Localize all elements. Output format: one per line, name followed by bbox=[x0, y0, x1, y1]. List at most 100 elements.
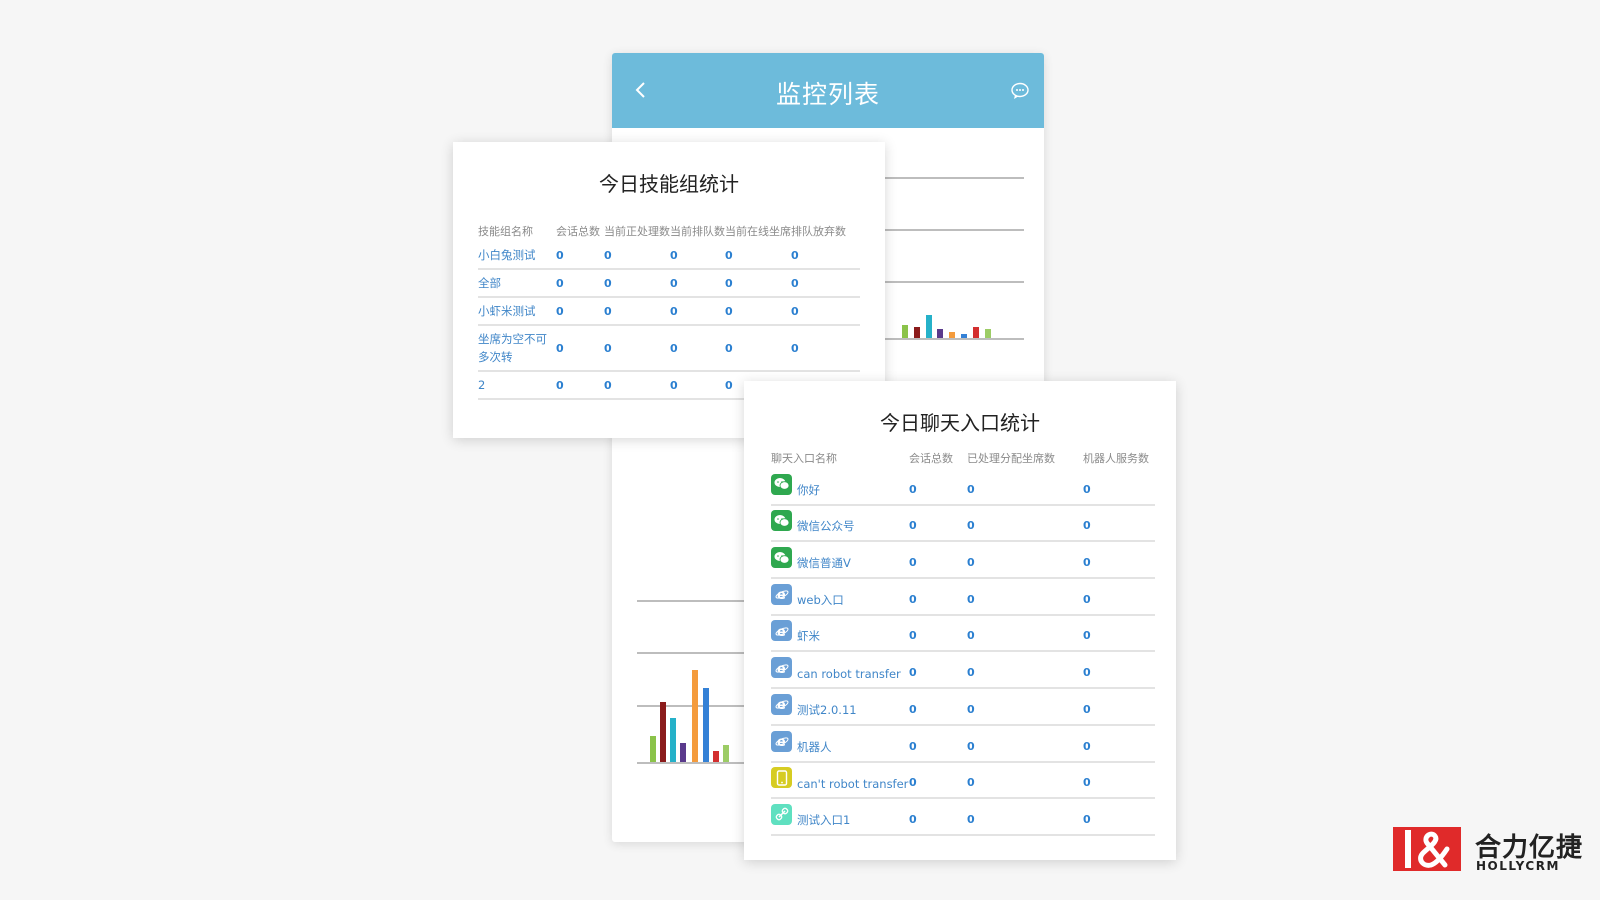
entry-name[interactable]: 你好 bbox=[797, 482, 820, 498]
browser-icon: e bbox=[771, 583, 792, 605]
browser-icon: e bbox=[771, 730, 792, 752]
stat-value: 0 bbox=[725, 304, 733, 318]
entry-name[interactable]: 测试2.0.11 bbox=[797, 702, 857, 718]
chat-bubble-icon[interactable] bbox=[1010, 81, 1030, 101]
stat-value: 0 bbox=[909, 702, 917, 716]
table-row[interactable]: can't robot transfer 0 0 0 bbox=[771, 763, 1155, 800]
stat-value: 0 bbox=[556, 248, 564, 262]
chart-bar bbox=[713, 751, 719, 762]
stat-value: 0 bbox=[909, 592, 917, 606]
table-row[interactable]: 全部 0 0 0 0 0 bbox=[478, 270, 860, 298]
entry-name[interactable]: 虾米 bbox=[797, 628, 820, 644]
stat-value: 0 bbox=[909, 519, 917, 533]
entry-name-cell[interactable]: 你好 bbox=[771, 473, 909, 498]
column-header: 机器人服务数 bbox=[1083, 452, 1149, 465]
table-row[interactable]: 小白兔测试 0 0 0 0 0 bbox=[478, 242, 860, 270]
stat-value: 0 bbox=[909, 666, 917, 680]
gridline bbox=[867, 177, 1024, 179]
stat-value: 0 bbox=[604, 276, 612, 290]
entry-name-cell[interactable]: can't robot transfer bbox=[771, 767, 909, 791]
browser-icon: e bbox=[771, 657, 792, 679]
stat-value: 0 bbox=[1083, 702, 1091, 716]
stat-value: 0 bbox=[670, 276, 678, 290]
table-row[interactable]: e web入口 0 0 0 bbox=[771, 579, 1155, 616]
stat-value: 0 bbox=[967, 812, 975, 826]
stat-value: 0 bbox=[909, 556, 917, 570]
stat-value: 0 bbox=[1083, 629, 1091, 643]
stat-value: 0 bbox=[1083, 739, 1091, 753]
stat-value: 0 bbox=[1083, 519, 1091, 533]
skill-group-name[interactable]: 全部 bbox=[478, 274, 556, 292]
chart-bar bbox=[670, 718, 676, 762]
gridline bbox=[637, 762, 747, 764]
wechat-icon bbox=[771, 473, 792, 495]
entry-name-cell[interactable]: e can robot transfer bbox=[771, 657, 909, 681]
stat-value: 0 bbox=[791, 341, 799, 355]
entry-name[interactable]: 微信普通V bbox=[797, 555, 851, 571]
table-row[interactable]: 微信公众号 0 0 0 bbox=[771, 506, 1155, 543]
entry-name-cell[interactable]: e 测试2.0.11 bbox=[771, 693, 909, 718]
column-header: 会话总数 bbox=[909, 452, 953, 465]
stat-value: 0 bbox=[967, 629, 975, 643]
stat-value: 0 bbox=[556, 304, 564, 318]
entry-name[interactable]: can't robot transfer bbox=[797, 777, 908, 791]
skill-group-name[interactable]: 坐席为空不可多次转 bbox=[478, 330, 556, 366]
skill-group-table: 技能组名称 会话总数 当前正处理数 当前排队数 当前在线坐席 排队放弃数 小白兔… bbox=[478, 220, 860, 400]
stat-value: 0 bbox=[909, 739, 917, 753]
entry-name-cell[interactable]: e 虾米 bbox=[771, 620, 909, 644]
stat-value: 0 bbox=[604, 248, 612, 262]
table-row[interactable]: 测试入口1 0 0 0 bbox=[771, 799, 1155, 836]
entry-name-cell[interactable]: e 机器人 bbox=[771, 730, 909, 755]
entry-card-title: 今日聊天入口统计 bbox=[880, 411, 1040, 435]
stat-value: 0 bbox=[725, 341, 733, 355]
column-header: 已处理分配坐席数 bbox=[967, 452, 1055, 465]
table-row[interactable]: 微信普通V 0 0 0 bbox=[771, 542, 1155, 580]
entry-name[interactable]: 机器人 bbox=[797, 739, 832, 755]
chart-bar bbox=[703, 688, 709, 762]
entry-name[interactable]: 测试入口1 bbox=[797, 812, 850, 828]
gridline bbox=[867, 281, 1024, 283]
chart-bar bbox=[973, 327, 979, 338]
stat-value: 0 bbox=[556, 276, 564, 290]
entry-name[interactable]: can robot transfer bbox=[797, 667, 901, 681]
chart-bar bbox=[937, 329, 943, 338]
stat-value: 0 bbox=[967, 776, 975, 790]
table-row[interactable]: 小虾米测试 0 0 0 0 0 bbox=[478, 298, 860, 326]
entry-name-cell[interactable]: 微信普通V bbox=[771, 547, 909, 571]
stat-value: 0 bbox=[670, 378, 678, 392]
table-row[interactable]: 你好 0 0 0 bbox=[771, 469, 1155, 506]
stat-value: 0 bbox=[909, 482, 917, 496]
chart-bar bbox=[926, 315, 932, 338]
stat-value: 0 bbox=[967, 556, 975, 570]
logo-mark-icon bbox=[1393, 827, 1461, 871]
entry-name-cell[interactable]: 微信公众号 bbox=[771, 510, 909, 534]
entry-name-cell[interactable]: 测试入口1 bbox=[771, 803, 909, 828]
stat-value: 0 bbox=[967, 482, 975, 496]
stat-value: 0 bbox=[791, 304, 799, 318]
wechat-icon bbox=[771, 547, 792, 569]
chart-bar bbox=[723, 745, 729, 762]
skill-group-name[interactable]: 小虾米测试 bbox=[478, 302, 556, 320]
skill-group-name[interactable]: 2 bbox=[478, 376, 556, 394]
stat-value: 0 bbox=[670, 248, 678, 262]
stat-value: 0 bbox=[1083, 556, 1091, 570]
skill-group-name[interactable]: 小白兔测试 bbox=[478, 246, 556, 264]
column-header: 排队放弃数 bbox=[791, 225, 846, 238]
table-row[interactable]: e 机器人 0 0 0 bbox=[771, 726, 1155, 763]
wechat-icon bbox=[771, 510, 792, 532]
column-header: 当前排队数 bbox=[670, 225, 725, 238]
stat-value: 0 bbox=[1083, 666, 1091, 680]
entry-name-cell[interactable]: e web入口 bbox=[771, 583, 909, 608]
table-header: 聊天入口名称 会话总数 已处理分配坐席数 机器人服务数 bbox=[771, 447, 1155, 469]
table-row[interactable]: e 虾米 0 0 0 bbox=[771, 616, 1155, 653]
table-row[interactable]: e 测试2.0.11 0 0 0 bbox=[771, 689, 1155, 726]
stat-value: 0 bbox=[909, 629, 917, 643]
chart-bar bbox=[914, 327, 920, 338]
column-header: 会话总数 bbox=[556, 225, 600, 238]
table-row[interactable]: e can robot transfer 0 0 0 bbox=[771, 652, 1155, 690]
entry-name[interactable]: web入口 bbox=[797, 592, 844, 608]
chart-bar bbox=[902, 325, 908, 338]
entry-name[interactable]: 微信公众号 bbox=[797, 518, 855, 534]
table-row[interactable]: 坐席为空不可多次转 0 0 0 0 0 bbox=[478, 326, 860, 372]
svg-text:e: e bbox=[777, 735, 786, 748]
